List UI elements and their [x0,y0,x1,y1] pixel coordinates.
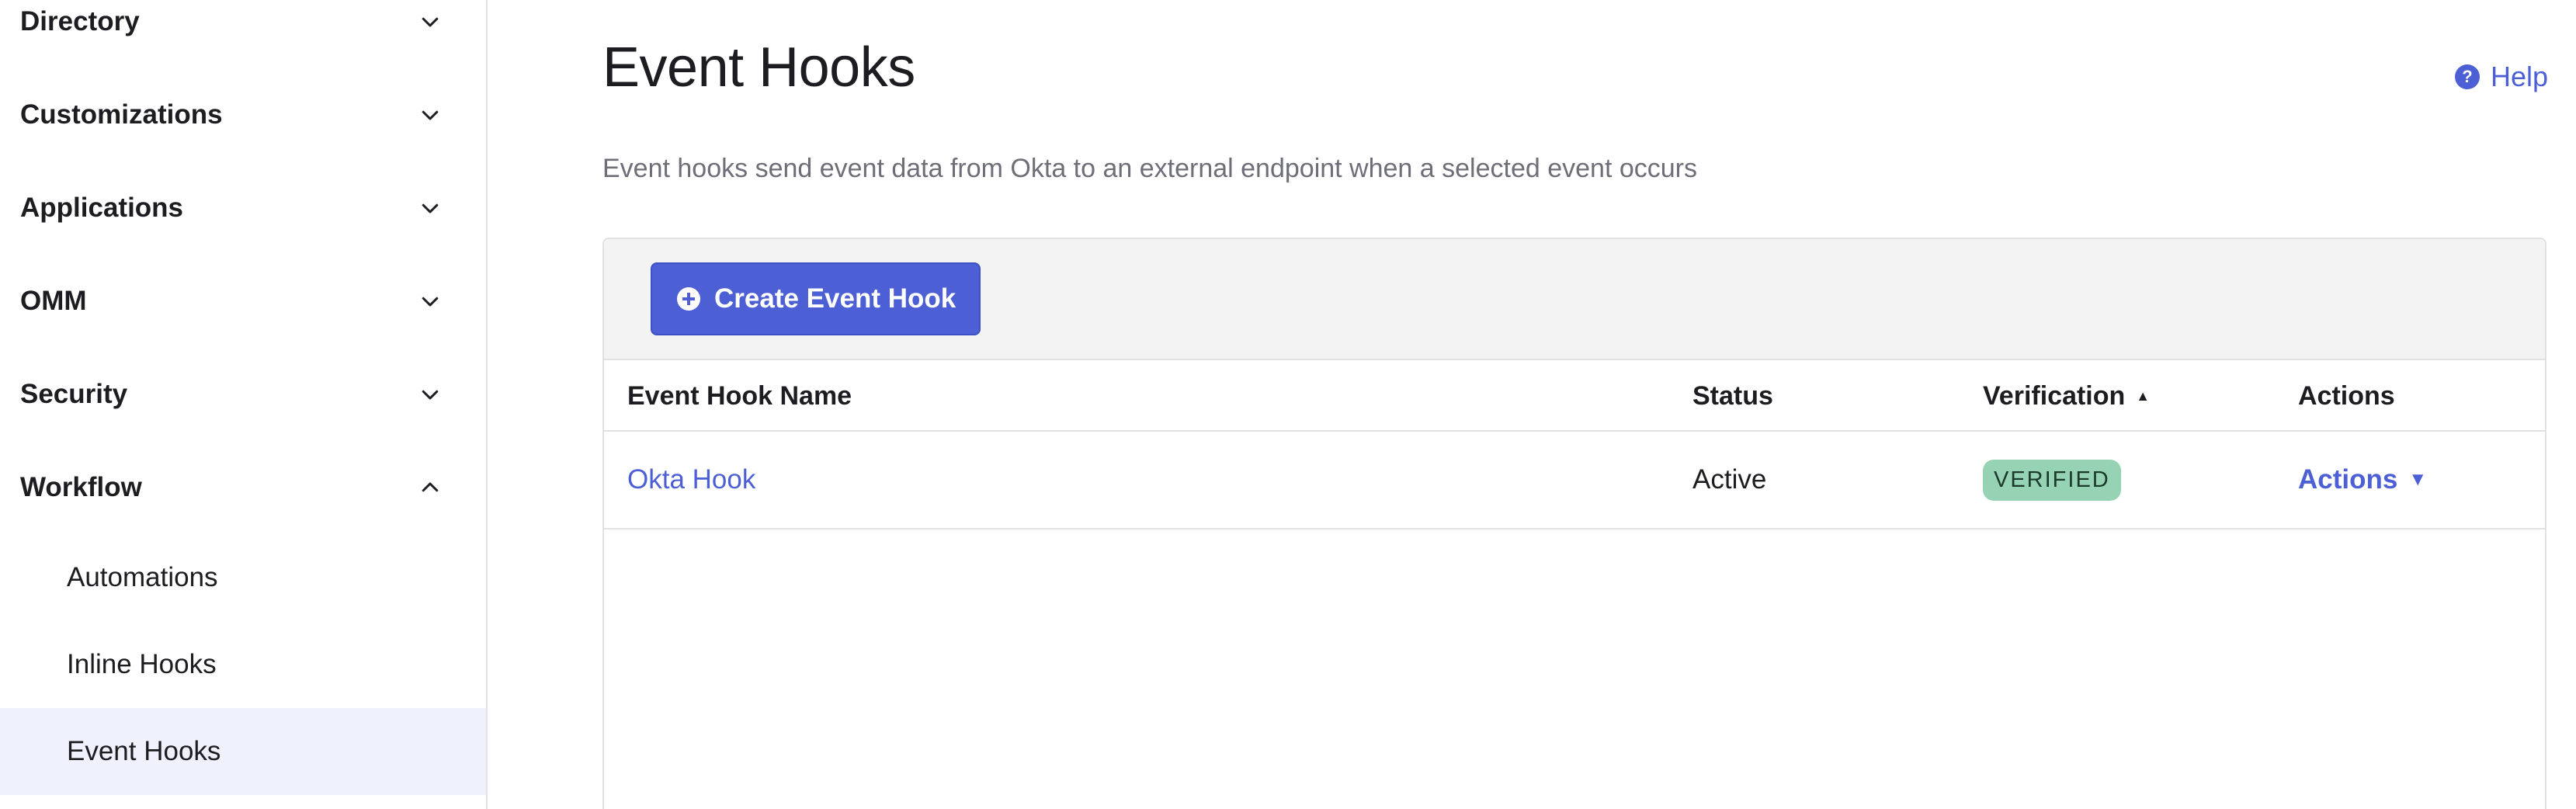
page-description: Event hooks send event data from Okta to… [602,154,1697,183]
table-row: Okta Hook Active VERIFIED Actions ▼ [604,432,2545,529]
column-header-label: Verification [1983,380,2126,411]
chevron-down-icon [415,99,446,130]
cell-status: Active [1692,432,1766,528]
sidebar-item-label: Inline Hooks [67,649,217,679]
page-title: Event Hooks [602,36,915,99]
sidebar-group-customizations[interactable]: Customizations [0,68,486,161]
chevron-down-icon [415,286,446,317]
help-link[interactable]: ? Help [2454,61,2548,93]
table-header: Event Hook Name Status Verification ▲ Ac… [604,360,2545,432]
column-header-verification[interactable]: Verification ▲ [1983,360,2150,432]
question-circle-icon: ? [2454,64,2480,89]
column-header-label: Status [1692,380,1773,411]
cell-hook-name: Okta Hook [627,432,755,528]
sidebar-item-automations[interactable]: Automations [0,534,486,621]
status-text: Active [1692,464,1767,495]
verified-badge: VERIFIED [1983,459,2121,501]
sidebar-group-omm[interactable]: OMM [0,255,486,348]
sidebar-group-security[interactable]: Security [0,348,486,441]
sidebar-group-workflow[interactable]: Workflow [0,441,486,534]
create-event-hook-label: Create Event Hook [714,283,956,314]
column-header-label: Event Hook Name [627,380,852,411]
sidebar-group-label: Applications [20,193,184,223]
actions-dropdown[interactable]: Actions ▼ [2298,464,2427,495]
chevron-up-icon [415,472,446,503]
cell-verification: VERIFIED [1983,432,2121,528]
app-window: Directory Customizations Applications OM… [0,0,2576,809]
chevron-down-icon [415,379,446,410]
hook-name-link[interactable]: Okta Hook [627,464,755,495]
actions-dropdown-label: Actions [2298,464,2398,495]
sidebar-group-label: Directory [20,6,140,36]
sidebar-group-directory[interactable]: Directory [0,0,486,68]
column-header-label: Actions [2298,380,2395,411]
sidebar-item-event-hooks[interactable]: Event Hooks [0,708,486,795]
sidebar-group-applications[interactable]: Applications [0,161,486,255]
chevron-down-icon [415,6,446,37]
sort-ascending-icon: ▲ [2136,387,2151,404]
column-header-actions: Actions [2298,360,2395,432]
sidebar-group-label: OMM [20,286,87,316]
sidebar-item-label: Automations [67,562,218,592]
sidebar-group-label: Customizations [20,99,223,130]
toolbar: Create Event Hook [604,239,2545,360]
column-header-status[interactable]: Status [1692,360,1773,432]
cell-actions: Actions ▼ [2298,432,2427,528]
help-label: Help [2490,61,2548,92]
chevron-down-icon [415,193,446,224]
sidebar: Directory Customizations Applications OM… [0,0,488,809]
sidebar-item-inline-hooks[interactable]: Inline Hooks [0,621,486,708]
column-header-name[interactable]: Event Hook Name [627,360,852,432]
main-content: Event Hooks ? Help Event hooks send even… [488,0,2576,809]
sidebar-group-label: Security [20,379,128,409]
event-hooks-panel: Create Event Hook Event Hook Name Status… [602,238,2546,809]
caret-down-icon: ▼ [2408,469,2428,490]
sidebar-group-label: Workflow [20,472,142,502]
create-event-hook-button[interactable]: Create Event Hook [651,262,981,335]
plus-circle-icon [677,287,700,311]
sidebar-item-label: Event Hooks [67,736,221,766]
